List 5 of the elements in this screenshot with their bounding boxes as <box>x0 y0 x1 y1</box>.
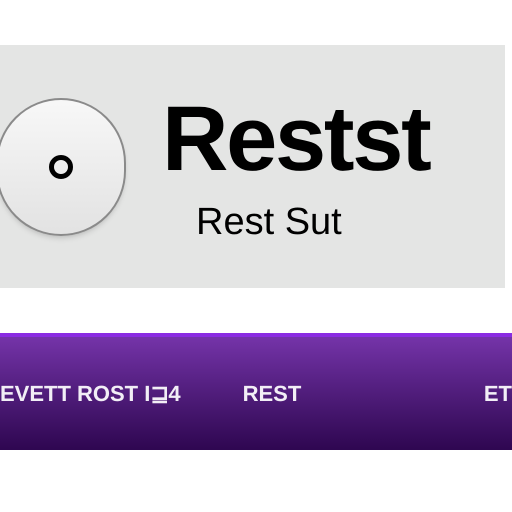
subtitle: Rest Sut <box>196 202 342 240</box>
menu-item[interactable]: REST <box>242 377 302 410</box>
title: Restst <box>162 92 430 184</box>
menu-item[interactable]: EVETT ROST I⊒4 <box>0 377 181 410</box>
menu-item[interactable]: ET <box>484 377 512 410</box>
